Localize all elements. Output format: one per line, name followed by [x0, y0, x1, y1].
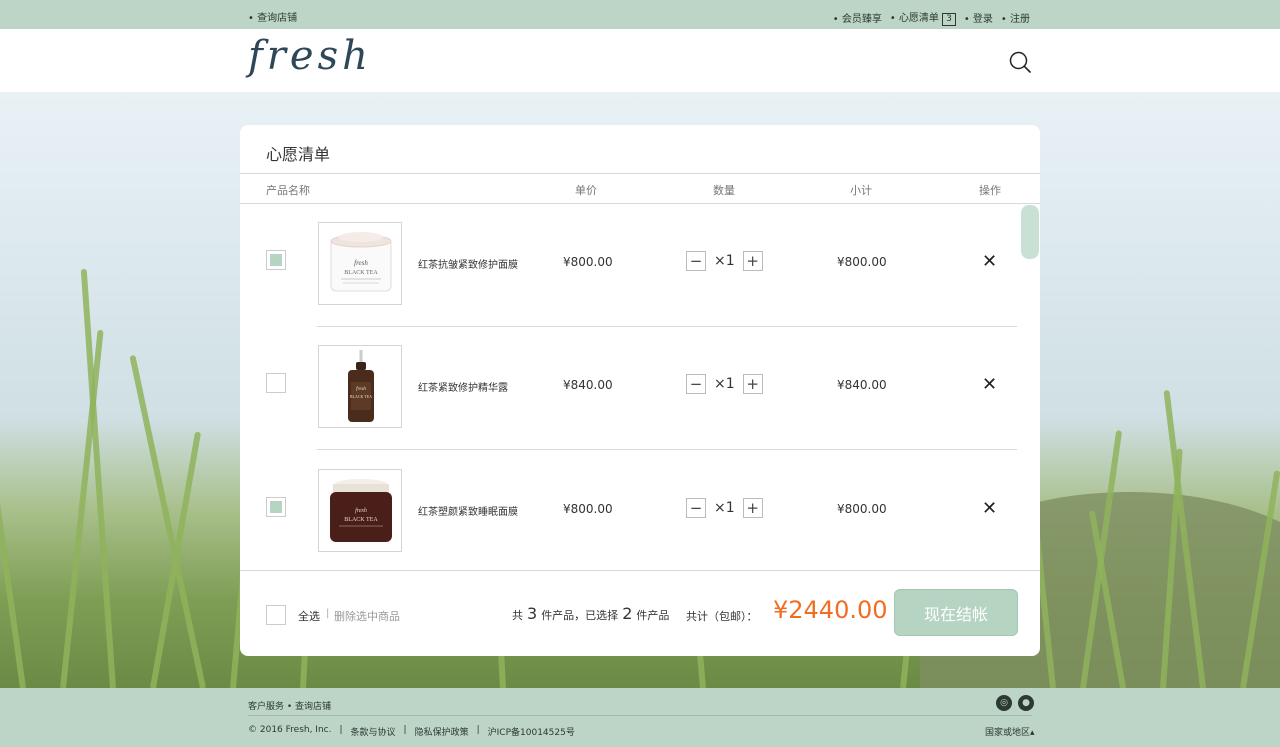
- table-row: fresh BLACK TEA 红茶塑颜紧致睡眠面膜 ¥800.00 − ×1 …: [240, 450, 1040, 570]
- subtotal: ¥840.00: [837, 378, 887, 392]
- icp-link[interactable]: 沪ICP备10014525号: [488, 725, 575, 738]
- quantity-value: ×1: [714, 253, 735, 269]
- privacy-link[interactable]: 隐私保护政策: [415, 725, 469, 738]
- membership-label: 会员臻享: [841, 14, 882, 25]
- delete-icon[interactable]: ✕: [982, 498, 997, 519]
- svg-text:BLACK TEA: BLACK TEA: [344, 517, 378, 523]
- row-checkbox[interactable]: [266, 373, 286, 393]
- quantity-value: ×1: [714, 376, 735, 392]
- table-row: fresh BLACK TEA 红茶抗皱紧致修护面膜 ¥800.00 − ×1 …: [240, 204, 1040, 327]
- product-list[interactable]: fresh BLACK TEA 红茶抗皱紧致修护面膜 ¥800.00 − ×1 …: [240, 204, 1040, 570]
- top-utility-bar: • 查询店铺 • 会员臻享 • 心愿清单 3 • 登录 • 注册: [0, 0, 1280, 29]
- row-checkbox[interactable]: [266, 497, 286, 517]
- plus-button[interactable]: +: [742, 498, 763, 518]
- minus-button[interactable]: −: [686, 251, 706, 271]
- delete-selected-link[interactable]: 删除选中商品: [334, 608, 400, 624]
- select-all-label[interactable]: 全选: [298, 608, 320, 624]
- checkout-button[interactable]: 现在结帐: [894, 589, 1018, 636]
- store-lookup-label: 查询店铺: [257, 13, 298, 24]
- table-row: fresh BLACK TEA 红茶紧致修护精华露 ¥840.00 − ×1 +…: [240, 327, 1040, 450]
- subtotal: ¥800.00: [837, 255, 887, 269]
- separator: |: [476, 725, 480, 735]
- grass-blade: [0, 390, 26, 688]
- item-count-summary: 共 3 件产品，已选择 2 件产品: [512, 604, 669, 623]
- site-footer: 客户服务 • 查询店铺 ◎ ● © 2016 Fresh, Inc. | 条款与…: [0, 688, 1280, 747]
- quantity-stepper: − ×1 +: [686, 374, 763, 394]
- footer-divider: [248, 715, 1032, 716]
- unit-price: ¥800.00: [563, 255, 613, 269]
- minus-button[interactable]: −: [686, 374, 706, 394]
- register-link[interactable]: • 注册: [1001, 10, 1030, 25]
- page-title: 心愿清单: [266, 145, 331, 164]
- store-lookup-link[interactable]: • 查询店铺: [248, 9, 297, 24]
- cart-summary-bar: 全选 | 删除选中商品 共 3 件产品，已选择 2 件产品 共计（包邮）： ¥2…: [240, 570, 1040, 656]
- summary-mid: 件产品，已选择: [541, 609, 619, 622]
- delete-icon[interactable]: ✕: [982, 251, 997, 272]
- wishlist-count-badge: 3: [942, 13, 956, 26]
- minus-button[interactable]: −: [686, 498, 706, 518]
- scrollbar-thumb[interactable]: [1021, 205, 1039, 259]
- plus-button[interactable]: +: [742, 374, 763, 394]
- product-image[interactable]: fresh BLACK TEA: [318, 469, 402, 552]
- total-count: 3: [527, 604, 538, 623]
- svg-text:BLACK TEA: BLACK TEA: [344, 270, 378, 276]
- search-icon[interactable]: [1009, 51, 1031, 73]
- quantity-value: ×1: [714, 500, 735, 516]
- select-all-checkbox[interactable]: [266, 605, 286, 625]
- copyright: © 2016 Fresh, Inc.: [248, 725, 332, 735]
- wishlist-label: 心愿清单: [898, 13, 939, 24]
- terms-link[interactable]: 条款与协议: [351, 725, 396, 738]
- product-name[interactable]: 红茶抗皱紧致修护面膜: [418, 256, 518, 271]
- separator: |: [326, 608, 330, 619]
- login-link[interactable]: • 登录: [964, 10, 993, 25]
- region-selector[interactable]: 国家或地区▴: [985, 725, 1035, 738]
- col-unit-price: 单价: [575, 184, 597, 197]
- svg-text:BLACK TEA: BLACK TEA: [350, 394, 372, 399]
- unit-price: ¥840.00: [563, 378, 613, 392]
- svg-text:fresh: fresh: [355, 507, 367, 514]
- plus-button[interactable]: +: [742, 251, 763, 271]
- total-amount: ¥2440.00: [773, 596, 888, 624]
- weibo-icon[interactable]: ◎: [996, 695, 1012, 711]
- site-header: fresh: [0, 29, 1280, 92]
- product-name[interactable]: 红茶紧致修护精华露: [418, 379, 508, 394]
- col-action: 操作: [979, 184, 1001, 197]
- selected-count: 2: [622, 604, 633, 623]
- wechat-icon[interactable]: ●: [1018, 695, 1034, 711]
- row-checkbox[interactable]: [266, 250, 286, 270]
- fresh-logo[interactable]: fresh: [248, 33, 372, 79]
- product-image[interactable]: fresh BLACK TEA: [318, 345, 402, 428]
- footer-links[interactable]: 客户服务 • 查询店铺: [248, 699, 331, 712]
- wishlist-panel: 心愿清单 产品名称 单价 数量 小计 操作 fresh BLACK TEA 红茶: [240, 125, 1040, 656]
- quantity-stepper: − ×1 +: [686, 498, 763, 518]
- login-label: 登录: [972, 14, 993, 25]
- svg-text:fresh: fresh: [354, 259, 368, 267]
- wishlist-link[interactable]: • 心愿清单 3: [890, 9, 956, 26]
- unit-price: ¥800.00: [563, 502, 613, 516]
- col-name: 产品名称: [266, 184, 310, 197]
- separator: |: [339, 725, 343, 735]
- subtotal: ¥800.00: [837, 502, 887, 516]
- total-label: 共计（包邮）：: [686, 610, 758, 623]
- product-image[interactable]: fresh BLACK TEA: [318, 222, 402, 305]
- col-quantity: 数量: [713, 184, 735, 197]
- product-name[interactable]: 红茶塑颜紧致睡眠面膜: [418, 503, 518, 518]
- register-label: 注册: [1010, 14, 1030, 25]
- membership-link[interactable]: • 会员臻享: [833, 10, 882, 25]
- summary-prefix: 共: [512, 609, 523, 622]
- quantity-stepper: − ×1 +: [686, 251, 763, 271]
- table-header: 产品名称 单价 数量 小计 操作: [240, 173, 1040, 204]
- delete-icon[interactable]: ✕: [982, 374, 997, 395]
- separator: |: [403, 725, 407, 735]
- grass-blade: [129, 354, 206, 688]
- summary-suffix: 件产品: [636, 609, 670, 622]
- col-subtotal: 小计: [850, 184, 872, 197]
- svg-text:fresh: fresh: [356, 387, 366, 392]
